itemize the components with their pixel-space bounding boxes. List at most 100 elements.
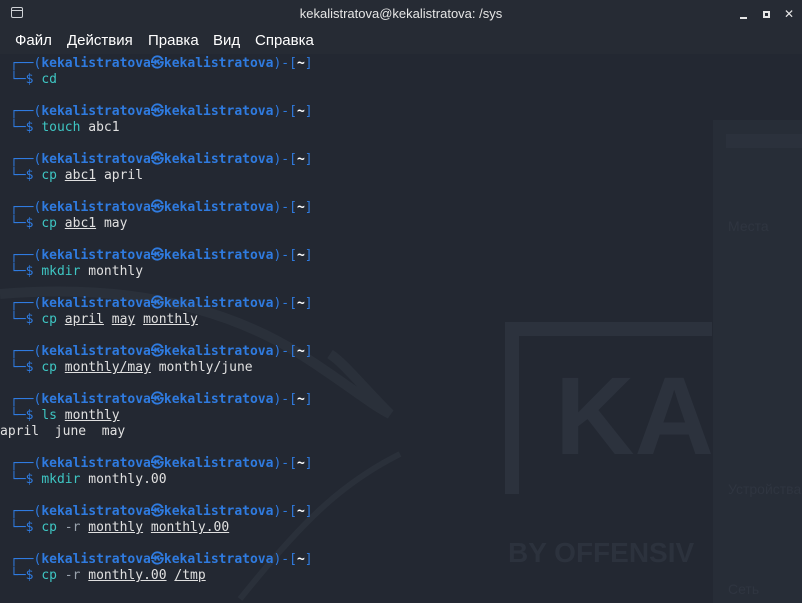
prompt-dir: ~ [296, 104, 305, 119]
prompt-box-end: ] [304, 504, 313, 519]
prompt-dollar: └─$ [10, 72, 42, 87]
command-arg: monthly.00 [150, 520, 230, 535]
command-arg: abc1 [64, 216, 97, 231]
prompt-box-start: ┌──( [10, 504, 42, 519]
command-arg: monthly.00 [88, 568, 167, 583]
minimize-button[interactable] [734, 5, 752, 23]
prompt-dir: ~ [296, 456, 305, 471]
command-name: touch [41, 120, 81, 135]
maximize-icon [762, 11, 770, 18]
prompt-dollar: └─$ [10, 216, 42, 231]
menu-view[interactable]: Вид [213, 32, 240, 49]
prompt-box-start: ┌──( [10, 248, 42, 263]
prompt-line: ┌──(kekalistratova㉿kekalistratova)-[~] [10, 248, 313, 264]
prompt-box-end: ] [304, 456, 313, 471]
menu-edit[interactable]: Правка [148, 32, 199, 49]
command-arg: monthly/may [64, 360, 151, 375]
prompt-user-host: kekalistratova㉿kekalistratova [41, 152, 274, 167]
terminal-area[interactable]: KA BY OFFENSIV Места Устройства Сеть ┌──… [0, 54, 802, 603]
prompt-box-end: ] [304, 104, 313, 119]
prompt-box-end: ] [304, 56, 313, 71]
prompt-box-mid: )-[ [273, 248, 297, 263]
prompt-box-end: ] [304, 200, 313, 215]
prompt-box-start: ┌──( [10, 296, 42, 311]
command-arg: monthly [88, 520, 144, 535]
prompt-dollar: └─$ [10, 360, 42, 375]
command-space [57, 408, 65, 423]
command-arg: monthly/june [158, 360, 253, 375]
prompt-line: ┌──(kekalistratova㉿kekalistratova)-[~] [10, 104, 313, 120]
command-name: cd [41, 72, 57, 87]
prompt-box-end: ] [304, 392, 313, 407]
command-space [143, 520, 151, 535]
maximize-button[interactable] [757, 5, 775, 23]
command-space [96, 216, 104, 231]
prompt-box-start: ┌──( [10, 344, 42, 359]
wallpaper-logo-text: KA [555, 355, 714, 478]
prompt-box-end: ] [304, 344, 313, 359]
title-bar[interactable]: kekalistratova@kekalistratova: /sys ✕ [0, 0, 802, 28]
prompt-dir: ~ [296, 392, 305, 407]
prompt-box-end: ] [304, 296, 313, 311]
window-title: kekalistratova@kekalistratova: /sys [299, 6, 503, 21]
command-arg: /tmp [174, 568, 206, 583]
prompt-user-host: kekalistratova㉿kekalistratova [41, 504, 274, 519]
command-line: └─$ mkdir monthly [10, 264, 313, 280]
prompt-user-host: kekalistratova㉿kekalistratova [41, 456, 274, 471]
prompt-box-end: ] [304, 152, 313, 167]
command-output: april june may [0, 424, 126, 439]
command-line: └─$ cp monthly/may monthly/june [10, 360, 313, 376]
command-name: cp [41, 168, 57, 183]
prompt-line: ┌──(kekalistratova㉿kekalistratova)-[~] [10, 344, 313, 360]
prompt-user-host: kekalistratova㉿kekalistratova [41, 248, 274, 263]
command-name: cp [41, 568, 57, 583]
prompt-dir: ~ [296, 56, 305, 71]
prompt-user-host: kekalistratova㉿kekalistratova [41, 344, 274, 359]
close-button[interactable]: ✕ [780, 5, 798, 23]
prompt-box-mid: )-[ [273, 344, 297, 359]
command-line: └─$ cp -r monthly.00 /tmp [10, 568, 313, 584]
menu-help[interactable]: Справка [255, 32, 314, 49]
prompt-box-start: ┌──( [10, 152, 42, 167]
command-arg: april [103, 168, 144, 183]
close-icon: ✕ [783, 7, 795, 21]
minimize-icon [739, 16, 747, 19]
prompt-box-mid: )-[ [273, 456, 297, 471]
prompt-dollar: └─$ [10, 120, 42, 135]
prompt-line: ┌──(kekalistratova㉿kekalistratova)-[~] [10, 552, 313, 568]
command-line: └─$ cd [10, 72, 313, 88]
command-arg: may [111, 312, 136, 327]
command-arg: monthly [88, 264, 144, 279]
menu-file[interactable]: Файл [15, 32, 52, 49]
command-arg: may [103, 216, 128, 231]
command-space [104, 312, 112, 327]
prompt-box-mid: )-[ [273, 392, 297, 407]
prompt-dollar: └─$ [10, 472, 42, 487]
ghost-sidebar-devices: Устройства [728, 481, 801, 497]
command-name: mkdir [41, 264, 81, 279]
command-space [57, 360, 65, 375]
prompt-box-mid: )-[ [273, 56, 297, 71]
wallpaper-tagline: BY OFFENSIV [508, 537, 695, 568]
prompt-dir: ~ [296, 504, 305, 519]
command-arg: monthly [64, 408, 120, 423]
prompt-box-mid: )-[ [273, 504, 297, 519]
prompt-dollar: └─$ [10, 264, 42, 279]
terminal-output: ┌──(kekalistratova㉿kekalistratova)-[~] └─… [0, 56, 313, 584]
prompt-line: ┌──(kekalistratova㉿kekalistratova)-[~] [10, 200, 313, 216]
command-line: └─$ touch abc1 [10, 120, 313, 136]
command-arg: monthly [143, 312, 198, 327]
prompt-dollar: └─$ [10, 408, 42, 423]
prompt-box-end: ] [304, 248, 313, 263]
prompt-line: ┌──(kekalistratova㉿kekalistratova)-[~] [10, 456, 313, 472]
menu-actions[interactable]: Действия [67, 32, 133, 49]
command-arg: monthly.00 [88, 472, 167, 487]
prompt-dir: ~ [296, 248, 305, 263]
prompt-line: ┌──(kekalistratova㉿kekalistratova)-[~] [10, 392, 313, 408]
